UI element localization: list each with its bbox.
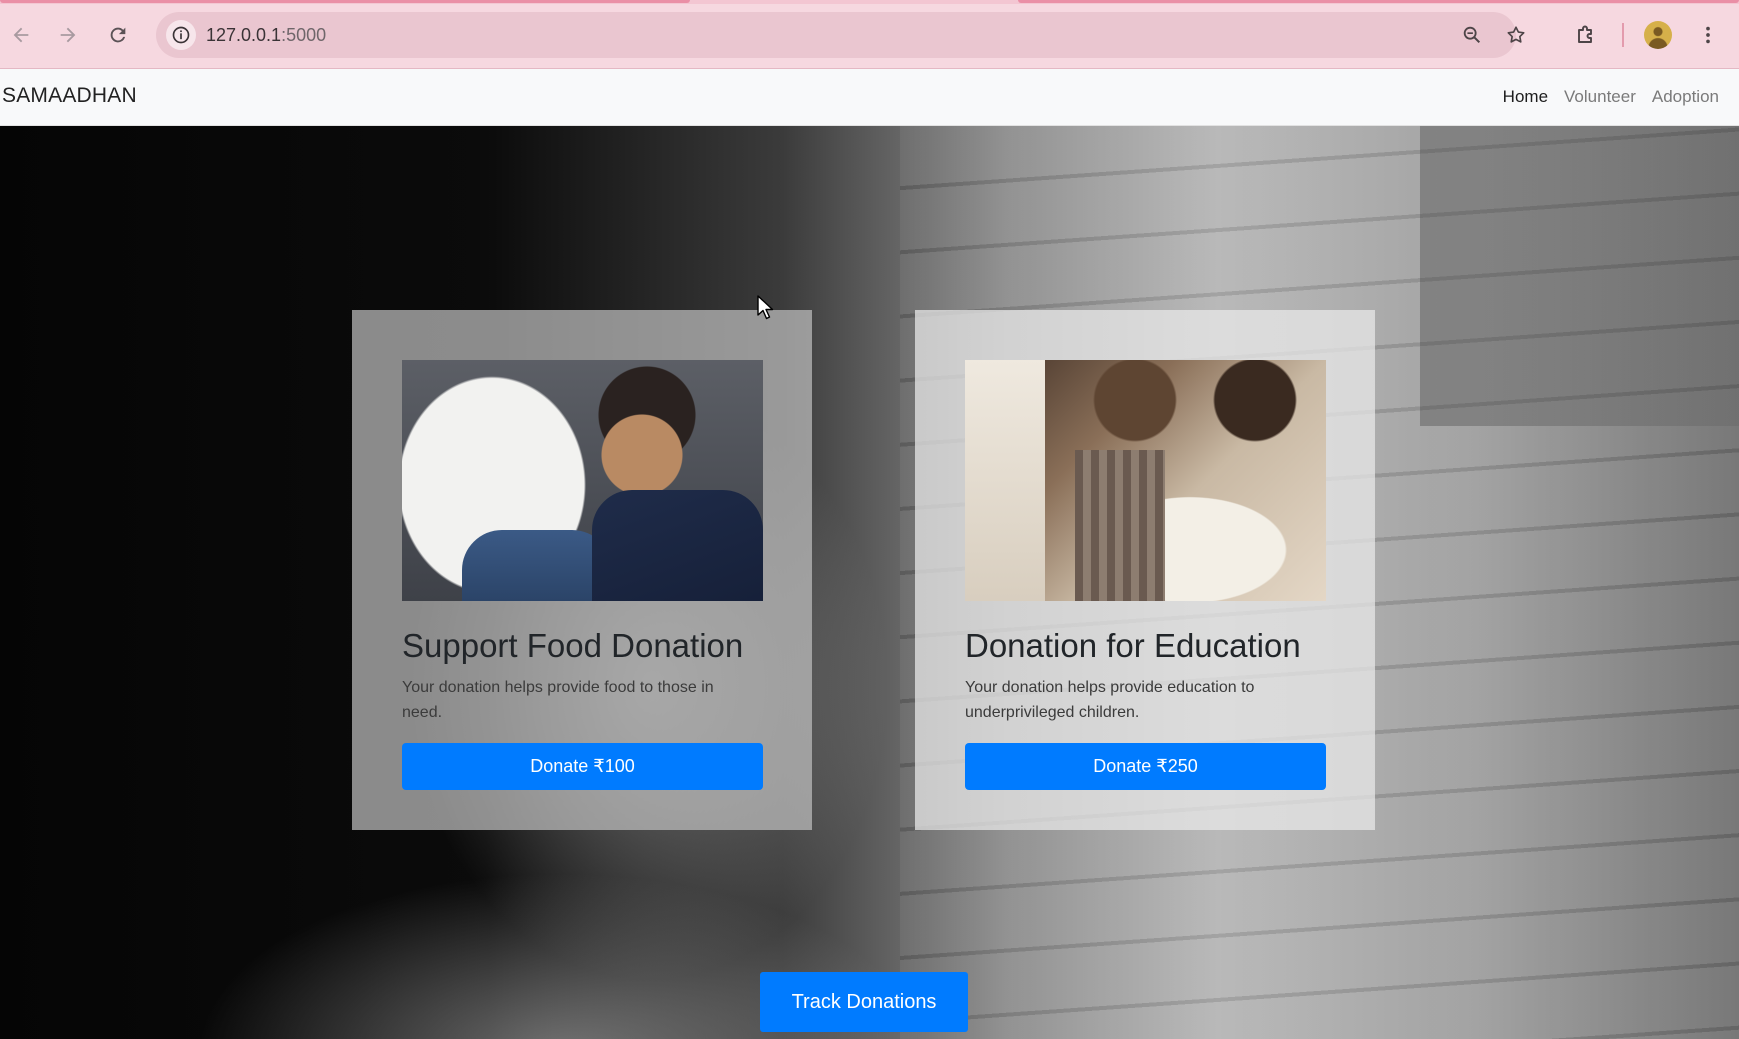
nav-menu: Home Volunteer Adoption [1503,87,1719,107]
site-info-icon[interactable] [166,20,196,50]
more-menu-icon[interactable] [1690,17,1726,53]
address-bar[interactable]: 127.0.0.1:5000 [156,12,1525,58]
background-wall [1420,126,1739,426]
food-donation-photo [402,360,763,601]
url-host: 127.0.0.1 [206,25,282,45]
nav-link-adoption[interactable]: Adoption [1652,87,1719,107]
photo-detail [462,530,612,601]
donation-card-food: Support Food Donation Your donation help… [352,310,812,830]
card-title: Support Food Donation [402,627,744,664]
url-port: :5000 [281,25,327,45]
bookmark-star-icon[interactable] [1502,21,1530,49]
nav-link-home[interactable]: Home [1503,87,1548,107]
photo-detail [1075,450,1165,601]
track-donations-button[interactable]: Track Donations [760,972,968,1032]
hero-background-image: Support Food Donation Your donation help… [0,126,1739,1039]
page-viewport: SAMAADHAN Home Volunteer Adoption Suppor… [0,69,1739,1039]
card-title: Donation for Education [965,627,1301,664]
photo-detail [965,360,1045,601]
url-text: 127.0.0.1:5000 [206,25,326,46]
site-navbar: SAMAADHAN Home Volunteer Adoption [0,69,1739,126]
donate-100-button[interactable]: Donate ₹100 [402,742,763,790]
donate-250-button[interactable]: Donate ₹250 [965,742,1326,790]
forward-icon[interactable] [50,17,86,53]
donation-card-education: Donation for Education Your donation hel… [915,310,1375,830]
photo-detail [592,490,763,601]
tab-indicator [0,0,690,3]
back-icon[interactable] [3,17,39,53]
card-description: Your donation helps provide food to thos… [402,678,714,721]
toolbar-separator [1622,23,1624,47]
zoom-icon[interactable] [1458,21,1486,49]
education-donation-photo [965,360,1326,601]
card-description: Your donation helps provide education to… [965,678,1255,721]
nav-link-volunteer[interactable]: Volunteer [1564,87,1636,107]
browser-toolbar: 127.0.0.1:5000 [0,0,1739,69]
profile-avatar[interactable] [1644,21,1672,49]
tab-indicator [1018,0,1739,3]
mouse-cursor-icon [757,295,774,320]
brand-logo-text[interactable]: SAMAADHAN [2,84,137,108]
extensions-icon[interactable] [1568,17,1604,53]
reload-icon[interactable] [100,17,136,53]
